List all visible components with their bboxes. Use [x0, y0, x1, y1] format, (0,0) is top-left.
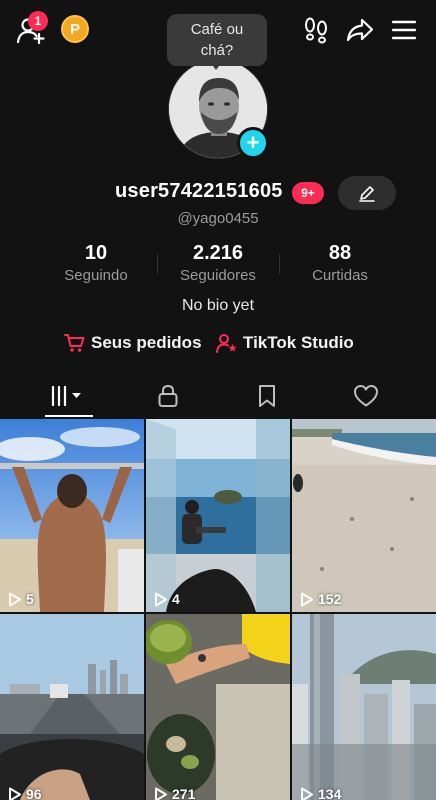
video-thumbnail[interactable]: 271 [146, 614, 290, 800]
active-tab-indicator [45, 415, 93, 417]
plus-icon: + [246, 130, 260, 155]
view-count-text: 152 [318, 591, 342, 607]
video-thumbnail[interactable]: 96 [0, 614, 144, 800]
following-count: 10 [84, 242, 108, 264]
view-count: 96 [8, 786, 42, 800]
username: user57422151605 [115, 180, 283, 202]
friends-badge: 1 [28, 11, 48, 31]
video-grid: 5 4 152 96 271 134 [0, 419, 436, 800]
play-icon [155, 787, 167, 800]
cart-icon [64, 334, 85, 352]
note-bubble[interactable]: Café ou chá? [167, 14, 267, 66]
pencil-icon [359, 186, 375, 202]
orders-link[interactable]: Seus pedidos [64, 333, 202, 353]
tab-videos[interactable] [19, 374, 119, 418]
footprints-icon [305, 17, 327, 44]
followers-label: Seguidores [180, 267, 256, 284]
footprints-button[interactable] [300, 14, 332, 46]
thumbnail-image [146, 614, 290, 800]
view-count-text: 5 [26, 591, 34, 607]
view-count: 134 [300, 786, 341, 800]
play-icon [301, 787, 313, 800]
following-label: Seguindo [64, 267, 128, 284]
play-icon [9, 787, 21, 800]
followers-count: 2.216 [192, 242, 244, 264]
orders-label: Seus pedidos [91, 333, 202, 352]
play-icon [9, 592, 21, 606]
stat-likes[interactable]: 88 Curtidas [280, 241, 400, 284]
bookmark-icon [259, 385, 275, 407]
tab-saved[interactable] [217, 374, 317, 418]
bio-text[interactable]: No bio yet [0, 297, 436, 315]
thumbnail-image [292, 419, 436, 612]
view-count-text: 271 [172, 786, 196, 800]
likes-count: 88 [328, 242, 352, 264]
share-button[interactable] [344, 14, 376, 46]
edit-profile-button[interactable] [338, 176, 396, 210]
tab-private[interactable] [118, 374, 218, 418]
view-count-text: 4 [172, 591, 180, 607]
notification-badge[interactable]: 9+ [292, 182, 324, 204]
view-count: 5 [8, 591, 34, 607]
stats-row: 10 Seguindo 2.216 Seguidores 88 Curtidas [0, 241, 436, 287]
share-icon [346, 18, 374, 42]
play-icon [155, 592, 167, 606]
coins-button[interactable]: P [61, 15, 89, 43]
content-tabs [0, 374, 436, 418]
heart-icon [354, 385, 378, 407]
view-count-text: 96 [26, 786, 42, 800]
play-icon [301, 592, 313, 606]
thumbnail-image [0, 419, 144, 612]
thumbnail-image [292, 614, 436, 800]
view-count: 152 [300, 591, 341, 607]
tiktok-studio-link[interactable]: TikTok Studio [216, 333, 354, 353]
view-count-text: 134 [318, 786, 342, 800]
stat-followers[interactable]: 2.216 Seguidores [158, 241, 278, 284]
video-thumbnail[interactable]: 5 [0, 419, 144, 612]
studio-label: TikTok Studio [243, 333, 354, 352]
video-thumbnail[interactable]: 134 [292, 614, 436, 800]
lock-icon [158, 384, 178, 407]
likes-label: Curtidas [312, 267, 368, 284]
hamburger-icon [391, 20, 417, 40]
note-line-2: chá? [200, 42, 234, 59]
tab-liked[interactable] [316, 374, 416, 418]
thumbnail-image [146, 419, 290, 612]
studio-icon [216, 334, 237, 353]
view-count: 4 [154, 591, 180, 607]
videos-grid-icon [51, 385, 81, 407]
view-count: 271 [154, 786, 195, 800]
profile-links: Seus pedidos TikTok Studio [0, 333, 436, 357]
note-line-1: Café ou [190, 21, 244, 38]
menu-button[interactable] [388, 14, 420, 46]
video-thumbnail[interactable]: 152 [292, 419, 436, 612]
thumbnail-image [0, 614, 144, 800]
stat-following[interactable]: 10 Seguindo [36, 241, 156, 284]
add-story-button[interactable]: + [237, 127, 269, 159]
user-handle: @yago0455 [177, 210, 259, 227]
video-thumbnail[interactable]: 4 [146, 419, 290, 612]
